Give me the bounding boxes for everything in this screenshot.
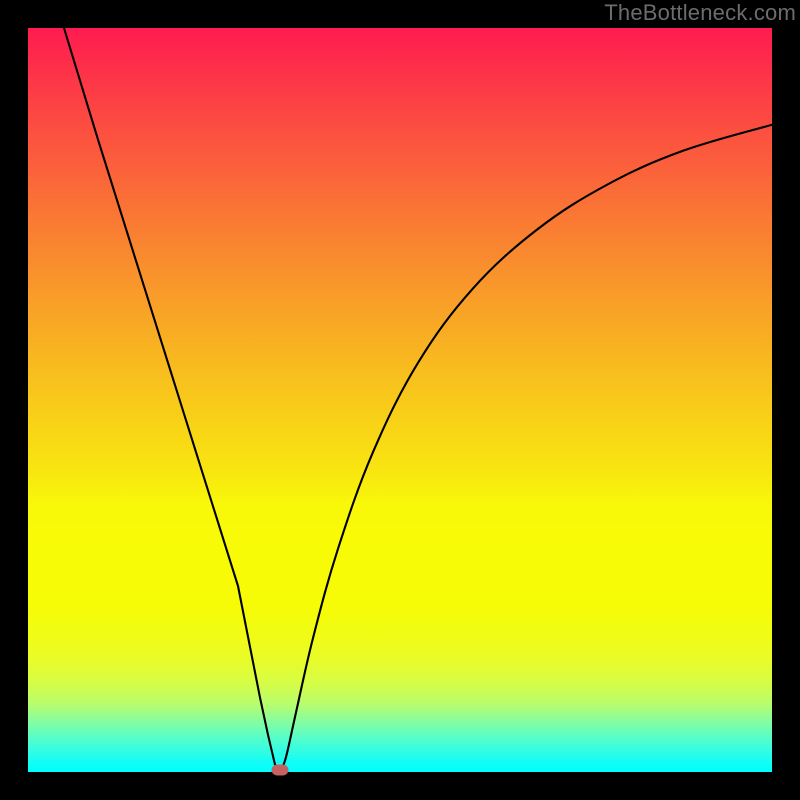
bottleneck-curve [64,28,772,772]
minimum-marker [272,764,289,775]
bottleneck-curve-svg [28,28,772,772]
watermark-text: TheBottleneck.com [604,0,796,26]
plot-frame [28,28,772,772]
